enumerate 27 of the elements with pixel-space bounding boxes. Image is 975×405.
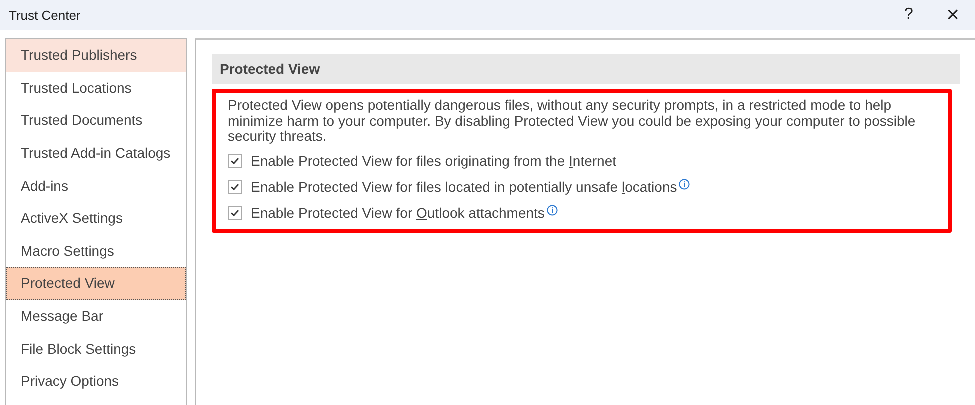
sidebar-item[interactable]: Trusted Add-in Catalogs xyxy=(6,136,186,170)
check-icon xyxy=(230,182,240,192)
sidebar-item[interactable]: Macro Settings xyxy=(6,234,186,268)
info-icon[interactable] xyxy=(546,205,558,216)
checkbox-label[interactable]: Enable Protected View for files originating from the Internet xyxy=(251,152,617,168)
description-text: Protected View opens potentially dangerous files, without any security prompts, in a restricted mode to help minimize harm to your computer. By disabling Protected View you could be exposing your computer to possible security threats. xyxy=(228,98,917,144)
checkbox[interactable] xyxy=(228,180,242,194)
check-icon xyxy=(230,208,240,218)
close-button[interactable]: × xyxy=(931,0,975,30)
sidebar-item[interactable]: Trusted Locations xyxy=(6,72,186,104)
sidebar-item[interactable]: Trusted Publishers xyxy=(6,39,186,72)
checkbox-label[interactable]: Enable Protected View for Outlook attachments xyxy=(251,204,545,220)
check-icon xyxy=(230,156,240,166)
sidebar-item[interactable]: Privacy Options xyxy=(6,364,186,398)
sidebar-item[interactable]: Add-ins xyxy=(6,169,186,202)
sidebar-item[interactable]: ActiveX Settings xyxy=(6,202,186,235)
checkbox[interactable] xyxy=(228,206,242,220)
window-title: Trust Center xyxy=(8,8,81,22)
help-button[interactable]: ? xyxy=(887,0,931,30)
sidebar-item[interactable]: File Block Settings xyxy=(6,332,186,365)
info-icon[interactable] xyxy=(679,179,690,190)
checkbox-label[interactable]: Enable Protected View for files located in potentially unsafe locations xyxy=(251,178,678,194)
sidebar-item[interactable]: Message Bar xyxy=(6,300,186,332)
section-header: Protected View xyxy=(212,54,960,84)
sidebar-item[interactable]: Trusted Documents xyxy=(6,104,186,137)
sidebar-item[interactable]: Protected View xyxy=(6,267,186,300)
checkbox[interactable] xyxy=(228,154,242,168)
